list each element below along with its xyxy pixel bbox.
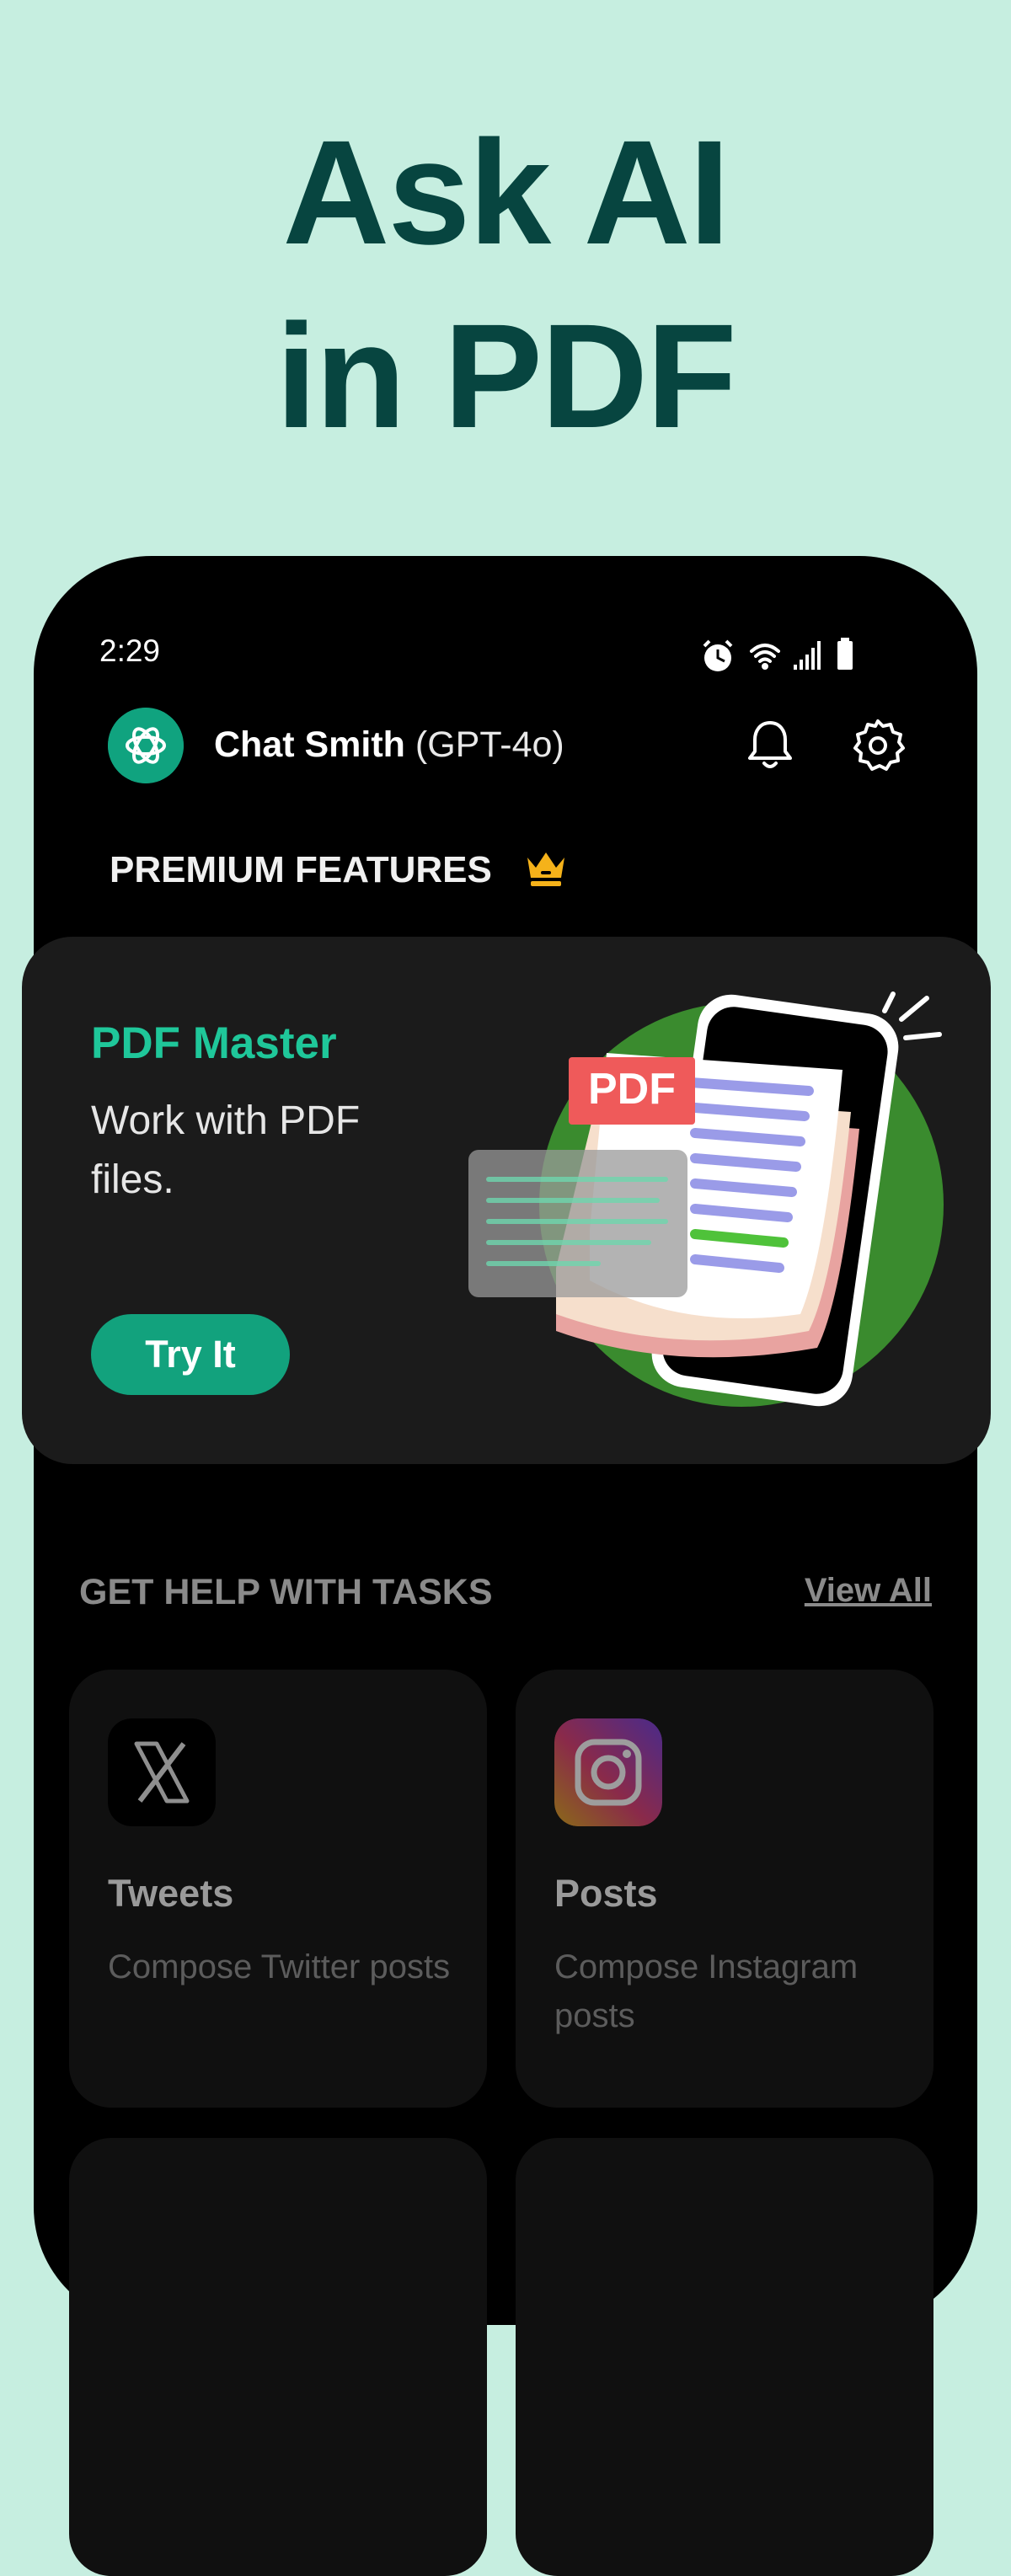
app-logo-icon [108, 708, 184, 783]
crown-icon [527, 852, 564, 886]
task-title-posts: Posts [554, 1872, 658, 1915]
headline: Ask AI in PDF [0, 101, 1011, 468]
task-title-tweets: Tweets [108, 1872, 234, 1915]
bell-icon[interactable] [745, 718, 795, 772]
status-icons [703, 638, 853, 671]
x-logo-icon [108, 1718, 216, 1826]
promo-description: Work with PDF files. [91, 1098, 361, 1202]
pdf-badge-label: PDF [588, 1065, 676, 1114]
pdf-illustration: PDF [468, 991, 944, 1407]
app-title: Chat Smith (GPT-4o) [214, 724, 564, 766]
task-desc-posts: Compose Instagram posts [554, 1948, 859, 2034]
app-name: Chat Smith [214, 724, 405, 765]
headline-line-2: in PDF [275, 294, 736, 459]
task-card-partial-1[interactable] [69, 2138, 487, 2576]
task-desc-tweets: Compose Twitter posts [108, 1948, 451, 1985]
wifi-icon [750, 644, 780, 670]
status-time: 2:29 [99, 633, 161, 668]
task-card-partial-2[interactable] [516, 2138, 933, 2576]
alarm-icon [703, 639, 733, 671]
try-it-button[interactable]: Try It [91, 1314, 290, 1395]
headline-line-1: Ask AI [282, 110, 730, 275]
model-name: (GPT-4o) [415, 724, 564, 765]
tasks-label: GET HELP WITH TASKS [79, 1572, 493, 1612]
signal-icon [794, 641, 821, 670]
premium-features-label: PREMIUM FEATURES [110, 849, 492, 890]
view-all-link[interactable]: View All [805, 1572, 932, 1610]
promo-title: PDF Master [91, 1018, 337, 1068]
gear-icon[interactable] [851, 718, 905, 772]
instagram-icon [554, 1718, 662, 1826]
battery-icon [837, 638, 853, 670]
